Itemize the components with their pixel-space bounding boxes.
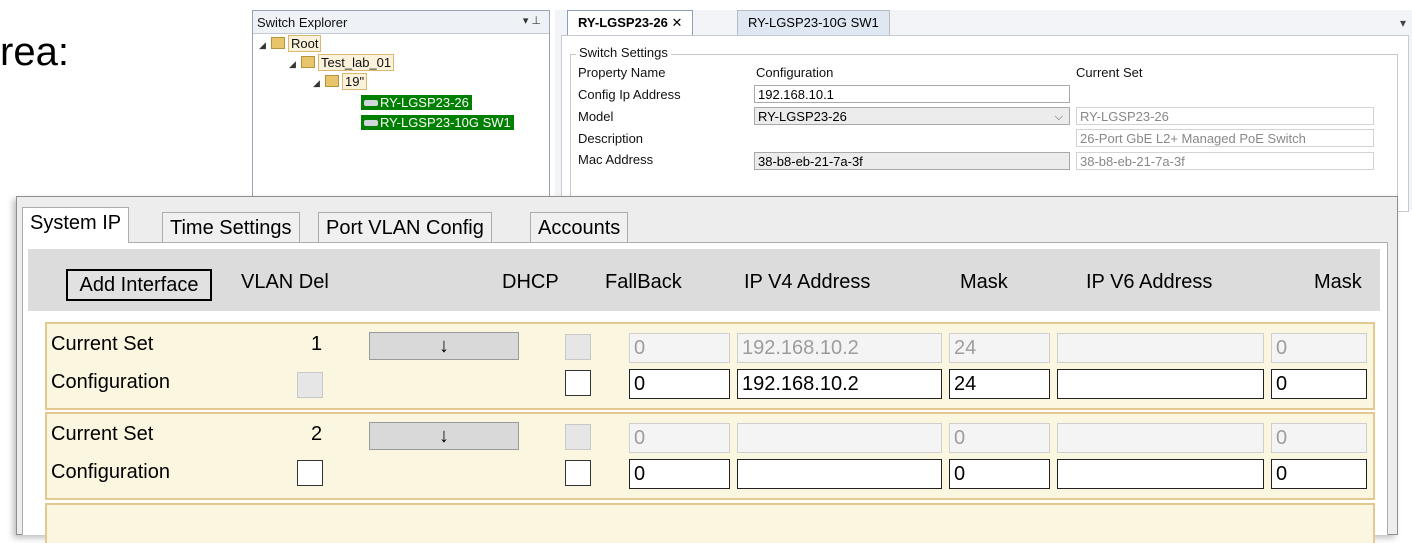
row-label-configuration: Configuration: [51, 461, 170, 483]
mask6-config-input[interactable]: 0: [1271, 369, 1367, 399]
close-icon[interactable]: ✕: [671, 15, 682, 30]
header-dhcp: DHCP: [502, 271, 559, 293]
dhcp-current-checkbox: [565, 334, 591, 360]
fallback-config-input[interactable]: 0: [629, 369, 730, 399]
switch-icon: [364, 100, 378, 106]
mask-current: 0: [949, 423, 1050, 453]
vlan-down-button[interactable]: ↓: [369, 422, 519, 450]
expand-triangle-icon[interactable]: ◢: [259, 40, 271, 51]
vlan-del-checkbox: [297, 372, 323, 398]
config-ip-input[interactable]: 192.168.10.1: [754, 85, 1070, 103]
folder-icon: [325, 75, 339, 87]
mac-label: Mac Address: [578, 152, 654, 167]
mask6-current: 0: [1271, 423, 1367, 453]
pin-icon[interactable]: ▾ ⊥: [523, 14, 541, 27]
tree-node-label: 19": [342, 73, 368, 90]
chevron-down-icon: ⌵: [1054, 111, 1063, 123]
ipv4-config-input[interactable]: [737, 459, 942, 489]
document-area: RY-LGSP23-26 ✕ RY-LGSP23-10G SW1 ▾ Switc…: [555, 10, 1412, 216]
system-ip-content: VLAN Del DHCP FallBack IP V4 Address Mas…: [22, 242, 1388, 543]
model-select[interactable]: RY-LGSP23-26 ⌵: [754, 107, 1070, 125]
tab-time-settings[interactable]: Time Settings: [162, 212, 300, 242]
folder-icon: [271, 37, 285, 49]
header-current-set: Current Set: [1076, 65, 1143, 80]
expand-triangle-icon[interactable]: ◢: [289, 59, 301, 70]
tab-port-vlan-config[interactable]: Port VLAN Config: [318, 212, 492, 242]
tab-ry-lgsp23-26[interactable]: RY-LGSP23-26 ✕: [567, 10, 694, 35]
interface-group: Current Set 1 ↓ 0 192.168.10.2 24 0 Conf…: [45, 322, 1375, 410]
tab-label: RY-LGSP23-10G SW1: [748, 15, 879, 30]
tab-overflow-icon[interactable]: ▾: [1400, 16, 1406, 30]
tree-node-switch-1[interactable]: RY-LGSP23-26: [361, 95, 472, 113]
interface-group: [45, 503, 1375, 543]
model-select-value: RY-LGSP23-26: [758, 109, 847, 124]
dhcp-current-checkbox: [565, 424, 591, 450]
tree-node-label: Test_lab_01: [318, 54, 395, 71]
property-description: Description: [578, 131, 644, 146]
tree-node-label: Root: [288, 35, 322, 52]
ipv6-config-input[interactable]: [1057, 369, 1264, 399]
dhcp-config-checkbox[interactable]: [565, 460, 591, 486]
row-label-current-set: Current Set: [51, 333, 154, 355]
vlan-id: 1: [311, 333, 323, 355]
tree-node-root[interactable]: ◢ Root: [259, 35, 322, 54]
property-config-ip: Config Ip Address: [578, 87, 681, 102]
header-fallback: FallBack: [605, 271, 682, 293]
dhcp-config-checkbox[interactable]: [565, 370, 591, 396]
model-current: RY-LGSP23-26: [1076, 107, 1374, 125]
tree-node-test-lab[interactable]: ◢ Test_lab_01: [289, 54, 395, 73]
tree-node-label: RY-LGSP23-10G SW1: [380, 115, 511, 130]
mac-current: 38-b8-eb-21-7a-3f: [1076, 152, 1374, 170]
tab-accounts[interactable]: Accounts: [530, 212, 629, 242]
tab-label: RY-LGSP23-26: [578, 15, 668, 30]
header-vlan-del: VLAN Del: [241, 271, 329, 293]
tab-system-ip[interactable]: System IP: [22, 207, 130, 243]
ipv4-current: 192.168.10.2: [737, 333, 942, 363]
system-ip-dialog: System IP Time Settings Port VLAN Config…: [16, 196, 1398, 543]
tree-node-label: RY-LGSP23-26: [380, 95, 469, 110]
explorer-header: Switch Explorer ▾ ⊥: [253, 11, 549, 34]
mask6-config-input[interactable]: 0: [1271, 459, 1367, 489]
mac-config: 38-b8-eb-21-7a-3f: [754, 152, 1070, 170]
mask-config-input[interactable]: 0: [949, 459, 1050, 489]
folder-icon: [301, 56, 315, 68]
header-ipv4-address: IP V4 Address: [744, 271, 871, 293]
tree-node-rack[interactable]: ◢ 19": [313, 73, 368, 92]
mask6-current: 0: [1271, 333, 1367, 363]
ipv4-current: [737, 423, 942, 453]
fallback-current: 0: [629, 423, 730, 453]
tree-node-switch-2[interactable]: RY-LGSP23-10G SW1: [361, 115, 514, 133]
vlan-id: 2: [311, 423, 323, 445]
mask-current: 24: [949, 333, 1050, 363]
fallback-current: 0: [629, 333, 730, 363]
switch-explorer-panel: Switch Explorer ▾ ⊥ ◢ Root ◢ Test_lab_01 ◢…: [252, 10, 550, 212]
header-ipv6-address: IP V6 Address: [1086, 271, 1213, 293]
header-mask-v6: Mask: [1314, 271, 1362, 293]
slide-text: rea:: [0, 30, 69, 74]
interface-group: Current Set 2 ↓ 0 0 0 Configuration 0 0 …: [45, 412, 1375, 500]
expand-triangle-icon[interactable]: ◢: [313, 78, 325, 89]
property-model: Model: [578, 109, 614, 124]
property-mac-address: Mac Address: [578, 152, 653, 167]
ipv4-config-input[interactable]: 192.168.10.2: [737, 369, 942, 399]
description-current: 26-Port GbE L2+ Managed PoE Switch: [1076, 129, 1374, 147]
header-property-name: Property Name: [578, 65, 666, 80]
add-interface-button[interactable]: Add Interface: [66, 269, 212, 301]
vlan-del-checkbox[interactable]: [297, 460, 323, 486]
header-mask: Mask: [960, 271, 1008, 293]
switch-settings-panel: Switch Settings Property Name Configurat…: [561, 35, 1409, 216]
row-label-configuration: Configuration: [51, 371, 170, 393]
fallback-config-input[interactable]: 0: [629, 459, 730, 489]
header-configuration: Configuration: [756, 65, 834, 80]
tab-ry-lgsp23-10g-sw1[interactable]: RY-LGSP23-10G SW1: [737, 10, 890, 35]
row-label-current-set: Current Set: [51, 423, 154, 445]
ipv6-current: [1057, 333, 1264, 363]
vlan-down-button[interactable]: ↓: [369, 332, 519, 360]
switch-icon: [364, 120, 378, 126]
mask-config-input[interactable]: 24: [949, 369, 1050, 399]
ipv6-current: [1057, 423, 1264, 453]
switch-settings-legend: Switch Settings: [576, 45, 671, 60]
explorer-title: Switch Explorer: [257, 15, 348, 30]
ipv6-config-input[interactable]: [1057, 459, 1264, 489]
